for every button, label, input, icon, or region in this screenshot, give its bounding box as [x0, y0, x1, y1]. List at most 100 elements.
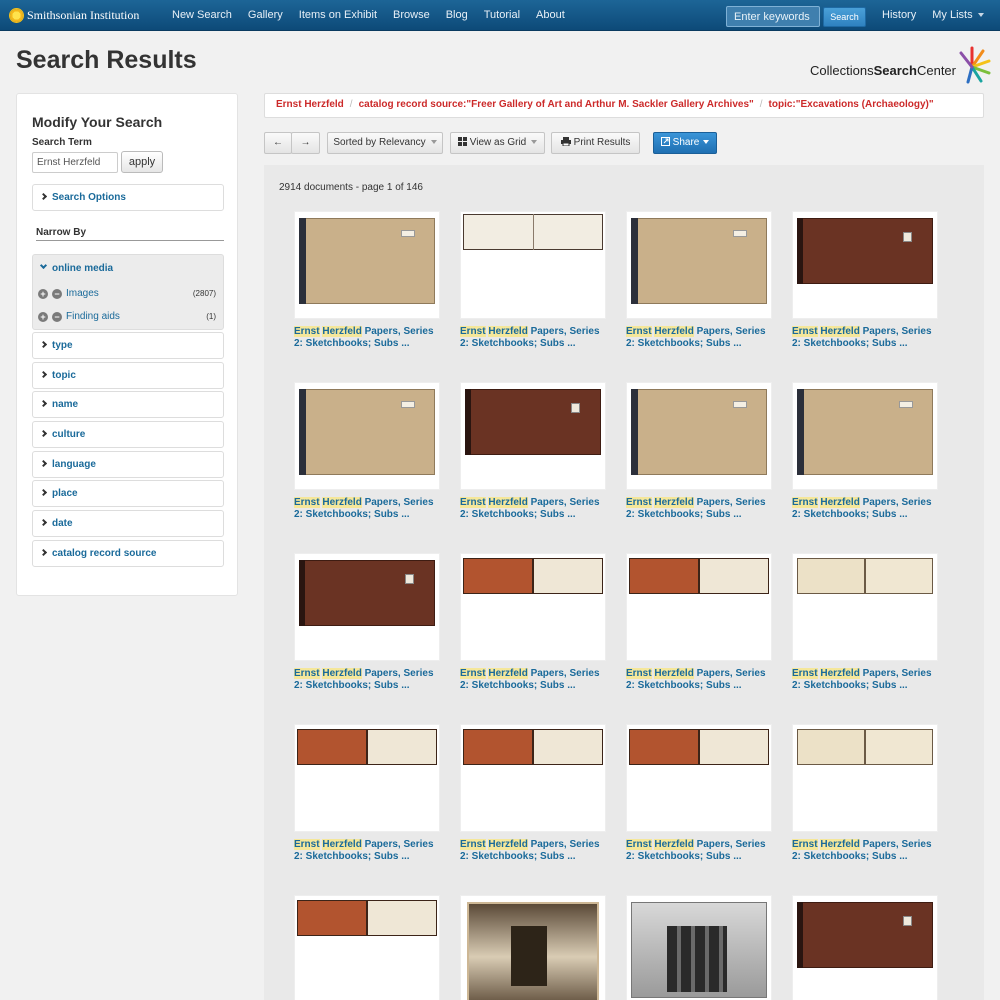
print-results-button[interactable]: Print Results	[551, 132, 640, 154]
result-card[interactable]: Ernst Herzfeld Papers, Series 2: Sketchb…	[294, 211, 440, 350]
result-thumbnail[interactable]	[626, 211, 772, 319]
result-card[interactable]: Ernst Herzfeld Papers, Series 2: Sketchb…	[626, 724, 772, 863]
nav-blog[interactable]: Blog	[438, 0, 476, 31]
result-card[interactable]: Ernst Herzfeld Papers, Series 2: Sketchb…	[460, 382, 606, 521]
facet-culture[interactable]: culture	[32, 421, 224, 448]
result-thumbnail[interactable]	[294, 553, 440, 661]
nav-history[interactable]: History	[874, 0, 924, 30]
result-card[interactable]: Ernst Herzfeld Papers, Series 2: Sketchb…	[792, 553, 938, 692]
result-thumbnail[interactable]	[792, 382, 938, 490]
result-card[interactable]: Ernst Herzfeld Papers, Series 2: Sketchb…	[626, 553, 772, 692]
nav-gallery[interactable]: Gallery	[240, 0, 291, 31]
result-title-link[interactable]: Ernst Herzfeld Papers, Series 2: Sketchb…	[294, 839, 440, 863]
online-media-toggle[interactable]: online media	[39, 261, 113, 274]
result-title-link[interactable]: Ernst Herzfeld Papers, Series 2: Sketchb…	[792, 839, 938, 863]
minus-circle-icon[interactable]: −	[52, 311, 62, 322]
keyword-search-input[interactable]	[726, 6, 820, 27]
result-thumbnail[interactable]	[792, 553, 938, 661]
result-card[interactable]: Ernst Herzfeld Papers, Series 2: Sketchb…	[626, 382, 772, 521]
minus-circle-icon[interactable]: −	[52, 288, 62, 299]
result-card[interactable]: Ernst Herzfeld Papers, Series 2: Sketchb…	[792, 211, 938, 350]
result-card[interactable]	[294, 895, 440, 1000]
result-thumbnail[interactable]	[792, 724, 938, 832]
result-title-link[interactable]: Ernst Herzfeld Papers, Series 2: Sketchb…	[626, 497, 772, 521]
search-term-input[interactable]	[32, 152, 118, 173]
result-thumbnail[interactable]	[792, 895, 938, 1000]
result-card[interactable]: Ernst Herzfeld Papers, Series 2: Sketchb…	[626, 211, 772, 350]
result-card[interactable]: Ernst Herzfeld Papers, Series 2: Sketchb…	[460, 211, 606, 350]
collections-search-center-logo[interactable]: CollectionsSearchCenter	[810, 45, 991, 85]
result-title-link[interactable]: Ernst Herzfeld Papers, Series 2: Sketchb…	[792, 326, 938, 350]
smithsonian-brand[interactable]: Smithsonian Institution	[10, 8, 139, 23]
result-thumbnail[interactable]	[294, 211, 440, 319]
nav-about[interactable]: About	[528, 0, 573, 31]
result-thumbnail[interactable]	[294, 382, 440, 490]
result-thumbnail[interactable]	[626, 553, 772, 661]
prev-page-button[interactable]: ←	[264, 132, 292, 154]
result-card[interactable]: Ernst Herzfeld Papers, Series 2: Sketchb…	[460, 553, 606, 692]
result-thumbnail[interactable]	[294, 724, 440, 832]
view-dropdown[interactable]: View as Grid	[450, 132, 545, 154]
result-thumbnail[interactable]	[460, 724, 606, 832]
nav-my-lists[interactable]: My Lists	[924, 0, 991, 30]
search-options-toggle[interactable]: Search Options	[32, 184, 224, 211]
nav-tutorial[interactable]: Tutorial	[476, 0, 528, 31]
result-thumbnail[interactable]	[294, 895, 440, 1000]
facet-name[interactable]: name	[32, 391, 224, 418]
facet-date[interactable]: date	[32, 510, 224, 537]
breadcrumb-item[interactable]: topic:"Excavations (Archaeology)"	[769, 99, 934, 110]
share-button[interactable]: Share	[653, 132, 717, 154]
nav-new-search[interactable]: New Search	[164, 0, 240, 31]
highlight: Herzfeld	[820, 497, 860, 508]
images-link[interactable]: Images	[66, 288, 99, 299]
sort-dropdown[interactable]: Sorted by Relevancy	[327, 132, 443, 154]
result-title-link[interactable]: Ernst Herzfeld Papers, Series 2: Sketchb…	[626, 668, 772, 692]
highlight: Herzfeld	[654, 326, 694, 337]
result-thumbnail[interactable]	[460, 895, 606, 1000]
plus-circle-icon[interactable]: +	[38, 311, 48, 322]
result-card[interactable]: Ernst Herzfeld Papers, Series 2: Sketchb…	[294, 553, 440, 692]
result-thumbnail[interactable]	[792, 211, 938, 319]
result-card[interactable]: Ernst Herzfeld Papers, Series 2: Sketchb…	[294, 382, 440, 521]
result-thumbnail[interactable]	[626, 382, 772, 490]
result-thumbnail[interactable]	[626, 724, 772, 832]
search-button[interactable]: Search	[823, 7, 866, 27]
result-title-link[interactable]: Ernst Herzfeld Papers, Series 2: Sketchb…	[792, 497, 938, 521]
highlight: Ernst	[294, 497, 320, 508]
result-card[interactable]: Ernst Herzfeld Papers, Series 2: Sketchb…	[294, 724, 440, 863]
facet-topic[interactable]: topic	[32, 362, 224, 389]
facet-type[interactable]: type	[32, 332, 224, 359]
finding-aids-link[interactable]: Finding aids	[66, 311, 120, 322]
result-title-link[interactable]: Ernst Herzfeld Papers, Series 2: Sketchb…	[626, 326, 772, 350]
result-title-link[interactable]: Ernst Herzfeld Papers, Series 2: Sketchb…	[460, 668, 606, 692]
result-card[interactable]	[626, 895, 772, 1000]
result-title-link[interactable]: Ernst Herzfeld Papers, Series 2: Sketchb…	[294, 497, 440, 521]
nav-items-on-exhibit[interactable]: Items on Exhibit	[291, 0, 385, 31]
result-thumbnail[interactable]	[460, 211, 606, 319]
result-title-link[interactable]: Ernst Herzfeld Papers, Series 2: Sketchb…	[294, 326, 440, 350]
result-title-link[interactable]: Ernst Herzfeld Papers, Series 2: Sketchb…	[792, 668, 938, 692]
result-card[interactable]	[460, 895, 606, 1000]
nav-browse[interactable]: Browse	[385, 0, 438, 31]
result-title-link[interactable]: Ernst Herzfeld Papers, Series 2: Sketchb…	[460, 839, 606, 863]
caret-down-icon	[531, 140, 538, 145]
breadcrumb-item[interactable]: Ernst Herzfeld	[276, 99, 344, 110]
result-card[interactable]	[792, 895, 938, 1000]
result-card[interactable]: Ernst Herzfeld Papers, Series 2: Sketchb…	[792, 382, 938, 521]
facet-language[interactable]: language	[32, 451, 224, 478]
next-page-button[interactable]: →	[291, 132, 320, 154]
facet-place[interactable]: place	[32, 480, 224, 507]
result-title-link[interactable]: Ernst Herzfeld Papers, Series 2: Sketchb…	[460, 497, 606, 521]
result-title-link[interactable]: Ernst Herzfeld Papers, Series 2: Sketchb…	[294, 668, 440, 692]
result-thumbnail[interactable]	[626, 895, 772, 1000]
result-card[interactable]: Ernst Herzfeld Papers, Series 2: Sketchb…	[460, 724, 606, 863]
apply-button[interactable]: apply	[121, 151, 163, 173]
breadcrumb-item[interactable]: catalog record source:"Freer Gallery of …	[359, 99, 754, 110]
result-title-link[interactable]: Ernst Herzfeld Papers, Series 2: Sketchb…	[626, 839, 772, 863]
result-card[interactable]: Ernst Herzfeld Papers, Series 2: Sketchb…	[792, 724, 938, 863]
result-thumbnail[interactable]	[460, 382, 606, 490]
facet-catalog-record-source[interactable]: catalog record source	[32, 540, 224, 567]
plus-circle-icon[interactable]: +	[38, 288, 48, 299]
result-thumbnail[interactable]	[460, 553, 606, 661]
result-title-link[interactable]: Ernst Herzfeld Papers, Series 2: Sketchb…	[460, 326, 606, 350]
